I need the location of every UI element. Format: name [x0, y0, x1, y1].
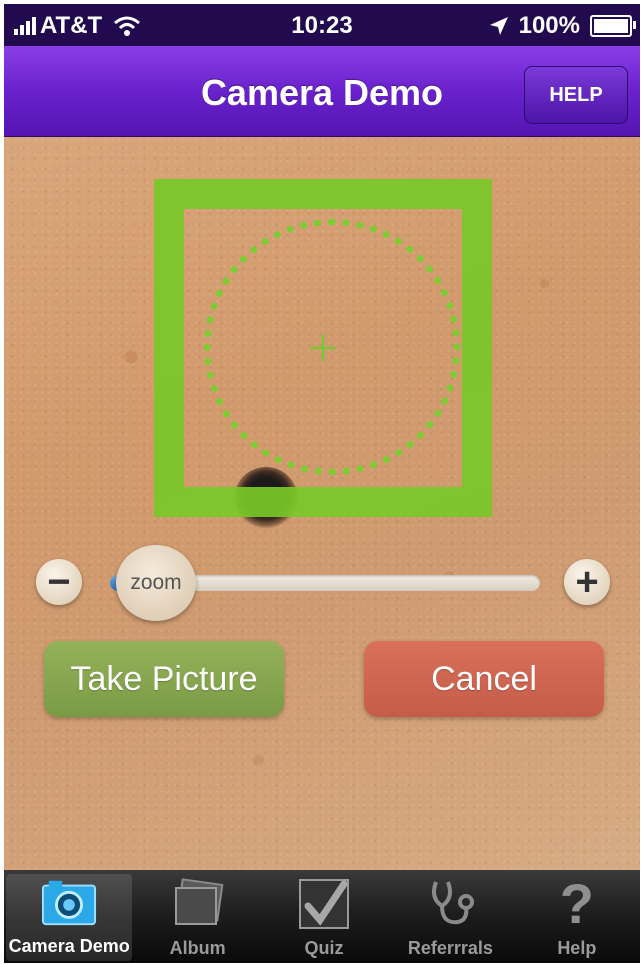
tab-label: Quiz	[304, 938, 344, 958]
question-mark-icon: ?	[559, 872, 594, 935]
cancel-button[interactable]: Cancel	[364, 641, 604, 717]
navigation-bar: Camera Demo HELP	[4, 46, 640, 137]
tab-referrals[interactable]: Referrrals	[387, 870, 513, 963]
tab-label: Album	[169, 938, 226, 958]
battery-percentage: 100%	[518, 12, 580, 39]
zoom-label: zoom	[130, 571, 182, 594]
tab-quiz[interactable]: Quiz	[261, 870, 387, 963]
zoom-slider-thumb[interactable]: zoom	[116, 545, 196, 621]
status-bar: AT&T 10:23 100%	[4, 4, 640, 46]
battery-fill	[594, 19, 628, 33]
camera-preview[interactable]: − zoom + Take Picture Cancel	[4, 137, 640, 870]
camera-icon	[41, 874, 97, 930]
crosshair-icon	[310, 335, 336, 361]
zoom-out-button[interactable]: −	[36, 559, 82, 605]
status-right-group: 100%	[489, 12, 636, 40]
take-picture-button[interactable]: Take Picture	[44, 641, 284, 717]
phone-screen: AT&T 10:23 100% Camera Demo HELP − zoom …	[4, 4, 640, 963]
tab-album[interactable]: Album	[134, 870, 260, 963]
tab-label: Camera Demo	[8, 936, 130, 956]
zoom-in-button[interactable]: +	[564, 559, 610, 605]
plus-icon: +	[575, 560, 599, 604]
checkmark-icon	[296, 876, 352, 932]
tab-help[interactable]: ? Help	[514, 870, 640, 963]
battery-icon	[590, 15, 636, 37]
stethoscope-icon	[422, 876, 478, 932]
location-arrow-icon	[489, 17, 508, 35]
album-icon	[170, 876, 226, 932]
tab-label: Referrrals	[407, 938, 493, 958]
help-button[interactable]: HELP	[524, 66, 628, 124]
tab-label: Help	[557, 938, 597, 958]
tab-bar: Camera Demo Album Quiz Referrrals ? Help	[4, 870, 640, 963]
minus-icon: −	[47, 560, 71, 604]
tab-camera-demo[interactable]: Camera Demo	[6, 874, 133, 961]
